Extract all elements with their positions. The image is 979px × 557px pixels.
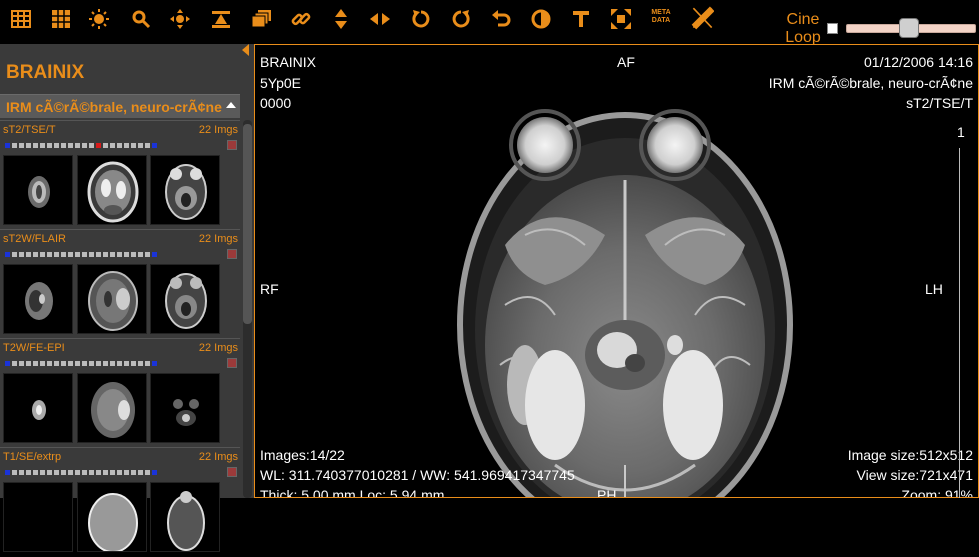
cine-speed-slider-thumb[interactable] [899, 18, 919, 38]
series-slice-indicator [5, 143, 157, 148]
series-item[interactable]: sT2/TSE/T 22 Imgs [0, 120, 240, 230]
series-slice-indicator [5, 361, 157, 366]
series-item[interactable]: sT2W/FLAIR 22 Imgs [0, 229, 240, 339]
brightness-icon[interactable] [86, 6, 112, 32]
series-thumbnail[interactable] [77, 373, 147, 443]
scout-icon[interactable] [208, 6, 234, 32]
series-thumbnail[interactable] [3, 373, 73, 443]
series-name: sT2W/FLAIR [3, 233, 66, 245]
series-count: 22 Imgs [198, 124, 238, 136]
zoom-icon[interactable] [128, 6, 154, 32]
overlay-view-size: View size:721x471 [856, 467, 973, 483]
series-thumbnail[interactable] [150, 373, 220, 443]
series-thumbnail[interactable] [150, 155, 220, 225]
overlay-field3: 0000 [260, 95, 292, 111]
collapse-arrow-icon[interactable] [226, 102, 236, 108]
rotate-left-icon[interactable] [408, 6, 434, 32]
image-viewport[interactable]: BRAINIX 5Yp0E 0000 AF RF LH PH 01/12/200… [254, 44, 979, 498]
series-thumbnail[interactable] [150, 264, 220, 334]
overlay-thickness-location: Thick: 5.00 mm Loc: 5.94 mm [260, 487, 445, 498]
reset-icon[interactable] [488, 6, 514, 32]
ruler-icon[interactable] [688, 4, 716, 34]
series-count: 22 Imgs [198, 342, 238, 354]
flip-horizontal-icon[interactable] [367, 6, 393, 32]
study-header[interactable]: IRM cÃ©rÃ©brale, neuro-crÃ¢ne [0, 94, 240, 118]
orientation-bottom: PH [597, 487, 617, 498]
scale-ruler [959, 148, 963, 498]
series-name: T2W/FE-EPI [3, 342, 65, 354]
series-count: 22 Imgs [198, 233, 238, 245]
series-slice-indicator [5, 252, 157, 257]
series-select-box[interactable] [227, 358, 237, 368]
series-thumbnail[interactable] [77, 264, 147, 334]
overlay-patient-id: 5Yp0E [260, 75, 301, 91]
series-select-box[interactable] [227, 140, 237, 150]
collapse-sidebar-icon[interactable] [240, 44, 252, 58]
metadata-button[interactable]: META DATA [648, 9, 674, 25]
overlay-datetime: 01/12/2006 14:16 [864, 54, 973, 70]
flip-vertical-icon[interactable] [328, 6, 354, 32]
stack-icon[interactable] [249, 6, 275, 32]
study-title: IRM cÃ©rÃ©brale, neuro-crÃ¢ne [6, 99, 222, 115]
orientation-right: LH [925, 281, 943, 297]
series-select-box[interactable] [227, 249, 237, 259]
series-slice-indicator [5, 470, 157, 475]
overlay-series-description: sT2/TSE/T [906, 95, 973, 111]
metadata-label-line2: DATA [651, 17, 671, 24]
series-thumbnail[interactable] [150, 482, 220, 552]
overlay-patient-name: BRAINIX [260, 54, 317, 70]
overlay-window-level: WL: 311.740377010281 / WW: 541.969417347… [260, 467, 575, 483]
orientation-left: RF [260, 281, 279, 297]
overlay-image-size: Image size:512x512 [847, 447, 973, 463]
rotate-right-icon[interactable] [448, 6, 474, 32]
orientation-top: AF [617, 54, 635, 70]
overlay-image-count: Images:14/22 [260, 447, 345, 463]
series-item[interactable]: T2W/FE-EPI 22 Imgs [0, 338, 240, 448]
sidebar-scroll-thumb[interactable] [243, 124, 252, 324]
metadata-label-line1: META [651, 9, 671, 16]
series-name: sT2/TSE/T [3, 124, 56, 136]
text-icon[interactable] [568, 6, 594, 32]
ruler-label: 1 [957, 124, 965, 140]
toolbar: META DATA Cine Loop [0, 0, 979, 46]
grid-icon[interactable] [48, 6, 74, 32]
invert-icon[interactable] [528, 6, 554, 32]
series-thumbnail[interactable] [77, 482, 147, 552]
series-thumbnail[interactable] [3, 264, 73, 334]
cine-loop-checkbox[interactable] [827, 23, 838, 34]
patient-name: BRAINIX [6, 62, 85, 83]
pan-icon[interactable] [167, 6, 193, 32]
fullscreen-icon[interactable] [608, 6, 634, 32]
overlay-study-description: IRM cÃ©rÃ©brale, neuro-crÃ¢ne [768, 75, 973, 91]
series-count: 22 Imgs [198, 451, 238, 463]
series-select-box[interactable] [227, 467, 237, 477]
mri-image [457, 109, 793, 497]
sidebar-scrollbar[interactable] [243, 120, 252, 498]
series-name: T1/SE/extrp [3, 451, 62, 463]
series-thumbnail[interactable] [3, 155, 73, 225]
series-item[interactable]: T1/SE/extrp 22 Imgs [0, 447, 240, 557]
series-thumbnail[interactable] [77, 155, 147, 225]
series-thumbnail[interactable] [3, 482, 73, 552]
link-icon[interactable] [288, 6, 314, 32]
cine-loop-label: Cine Loop [785, 11, 821, 46]
layout-grid-icon[interactable] [8, 6, 34, 32]
